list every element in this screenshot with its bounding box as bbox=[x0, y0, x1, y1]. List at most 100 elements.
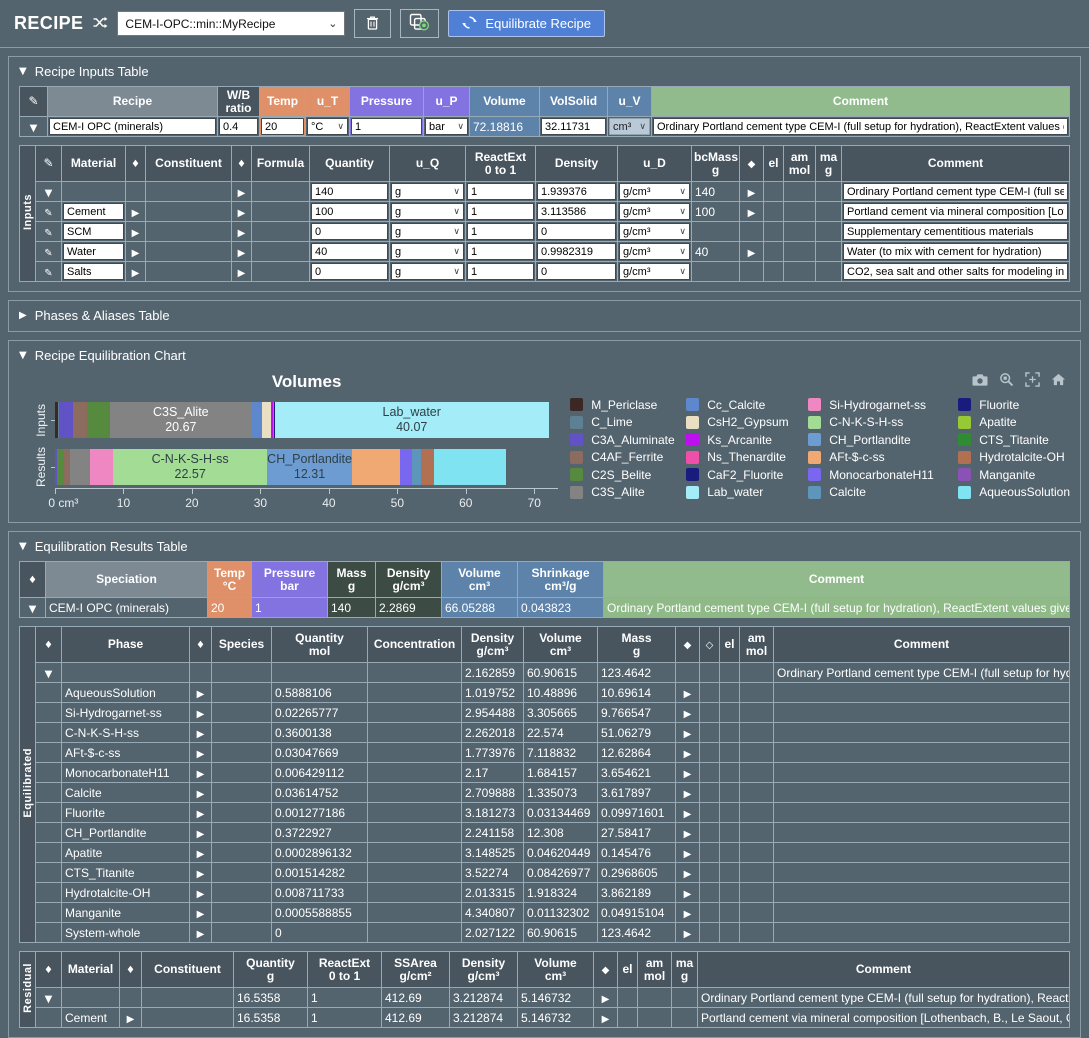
reactext-input[interactable] bbox=[467, 263, 534, 280]
inputs-bar[interactable]: C3S_Alite20.67Lab_water40.07 bbox=[55, 402, 558, 438]
material-comment-input[interactable] bbox=[843, 263, 1068, 280]
material-name-input[interactable] bbox=[63, 203, 124, 220]
wb-ratio-input[interactable] bbox=[219, 118, 258, 135]
expand-arrow-icon[interactable]: ▶ bbox=[197, 869, 205, 880]
expand-arrow-icon[interactable]: ▶ bbox=[197, 749, 205, 760]
u-d-select[interactable]: g/cm³∨ bbox=[619, 203, 690, 220]
expand-arrow-icon[interactable]: ▶ bbox=[197, 929, 205, 940]
reactext-input[interactable] bbox=[467, 203, 534, 220]
row-icon[interactable]: ✎ bbox=[44, 208, 52, 219]
expand-arrow-icon[interactable]: ▶ bbox=[684, 889, 692, 900]
expand-arrow-icon[interactable]: ▶ bbox=[684, 769, 692, 780]
expand-arrow-icon[interactable]: ▶ bbox=[197, 829, 205, 840]
expand-arrow-icon[interactable]: ▶ bbox=[748, 248, 756, 259]
expand-arrow-icon[interactable]: ▶ bbox=[238, 248, 246, 259]
u-d-select[interactable]: g/cm³∨ bbox=[619, 263, 690, 280]
expand-arrow-icon[interactable]: ▶ bbox=[197, 849, 205, 860]
u-d-select[interactable]: g/cm³∨ bbox=[619, 243, 690, 260]
legend-item[interactable]: Ns_Thenardite bbox=[686, 449, 808, 467]
expand-arrow-icon[interactable]: ▶ bbox=[684, 749, 692, 760]
expand-arrow-icon[interactable]: ▶ bbox=[127, 1014, 135, 1025]
u-d-select[interactable]: g/cm³∨ bbox=[619, 183, 690, 200]
legend-item[interactable]: C_Lime bbox=[570, 414, 686, 432]
zoom-icon[interactable] bbox=[999, 372, 1014, 390]
expand-arrow-icon[interactable]: ▶ bbox=[684, 789, 692, 800]
expand-arrow-icon[interactable]: ▶ bbox=[238, 188, 246, 199]
u-q-select[interactable]: g∨ bbox=[391, 183, 464, 200]
density-input[interactable] bbox=[537, 223, 616, 240]
legend-item[interactable]: CTS_Titanite bbox=[958, 431, 1070, 449]
clone-recipe-button[interactable] bbox=[400, 9, 439, 38]
expand-arrow-icon[interactable]: ▶ bbox=[238, 208, 246, 219]
legend-item[interactable]: Cc_Calcite bbox=[686, 396, 808, 414]
legend-item[interactable]: C-N-K-S-H-ss bbox=[808, 414, 958, 432]
legend-item[interactable]: Ks_Arcanite bbox=[686, 431, 808, 449]
recipe-select[interactable]: CEM-I-OPC::min::MyRecipe ⌄ bbox=[117, 11, 345, 36]
legend-item[interactable]: C3S_Alite bbox=[570, 484, 686, 502]
expand-arrow-icon[interactable]: ▶ bbox=[197, 789, 205, 800]
legend-item[interactable]: CsH2_Gypsum bbox=[686, 414, 808, 432]
row-icon[interactable]: ✎ bbox=[44, 248, 52, 259]
phases-aliases-section-toggle[interactable]: ▶ Phases & Aliases Table bbox=[19, 308, 1070, 323]
quantity-input[interactable] bbox=[311, 203, 388, 220]
legend-item[interactable]: Manganite bbox=[958, 466, 1070, 484]
equilibrate-recipe-button[interactable]: Equilibrate Recipe bbox=[448, 10, 605, 37]
expand-arrow-icon[interactable]: ▶ bbox=[132, 228, 140, 239]
u-t-select[interactable]: °C∨ bbox=[307, 118, 348, 135]
camera-icon[interactable] bbox=[972, 373, 988, 390]
reactext-input[interactable] bbox=[467, 183, 534, 200]
material-name-input[interactable] bbox=[63, 223, 124, 240]
results-bar[interactable]: C-N-K-S-H-ss22.57CH_Portlandite12.31 bbox=[55, 449, 558, 485]
expand-arrow-icon[interactable]: ▶ bbox=[197, 709, 205, 720]
expand-arrow-icon[interactable]: ▶ bbox=[132, 248, 140, 259]
expand-arrow-icon[interactable]: ▶ bbox=[197, 889, 205, 900]
autoscale-icon[interactable] bbox=[1025, 372, 1040, 390]
expand-arrow-icon[interactable]: ▶ bbox=[197, 689, 205, 700]
material-name-input[interactable] bbox=[63, 263, 124, 280]
u-q-select[interactable]: g∨ bbox=[391, 243, 464, 260]
legend-item[interactable]: M_Periclase bbox=[570, 396, 686, 414]
material-comment-input[interactable] bbox=[843, 183, 1068, 200]
legend-item[interactable]: MonocarbonateH11 bbox=[808, 466, 958, 484]
row-expander[interactable]: ▼ bbox=[30, 123, 38, 134]
delete-recipe-button[interactable] bbox=[354, 9, 391, 38]
expand-arrow-icon[interactable]: ▶ bbox=[684, 929, 692, 940]
material-comment-input[interactable] bbox=[843, 223, 1068, 240]
u-p-select[interactable]: bar∨ bbox=[425, 118, 468, 135]
expand-arrow-icon[interactable]: ▶ bbox=[238, 228, 246, 239]
recipe-name-input[interactable] bbox=[49, 118, 216, 135]
expand-arrow-icon[interactable]: ▶ bbox=[238, 268, 246, 279]
legend-item[interactable]: Si-Hydrogarnet-ss bbox=[808, 396, 958, 414]
u-v-select[interactable]: cm³∨ bbox=[609, 118, 650, 135]
row-icon[interactable]: ▼ bbox=[45, 994, 53, 1005]
expand-arrow-icon[interactable]: ▶ bbox=[684, 689, 692, 700]
material-comment-input[interactable] bbox=[843, 203, 1068, 220]
quantity-input[interactable] bbox=[311, 223, 388, 240]
temp-input[interactable] bbox=[261, 118, 304, 135]
results-section-toggle[interactable]: ▼ Equilibration Results Table bbox=[19, 539, 1070, 554]
expand-arrow-icon[interactable]: ▶ bbox=[684, 909, 692, 920]
chart-section-toggle[interactable]: ▼ Recipe Equilibration Chart bbox=[19, 348, 1070, 363]
legend-item[interactable]: AFt-$-c-ss bbox=[808, 449, 958, 467]
expand-arrow-icon[interactable]: ▶ bbox=[197, 809, 205, 820]
expand-arrow-icon[interactable]: ▶ bbox=[197, 769, 205, 780]
u-q-select[interactable]: g∨ bbox=[391, 223, 464, 240]
legend-item[interactable]: Apatite bbox=[958, 414, 1070, 432]
row-icon[interactable]: ✎ bbox=[44, 268, 52, 279]
u-q-select[interactable]: g∨ bbox=[391, 203, 464, 220]
legend-item[interactable]: Calcite bbox=[808, 484, 958, 502]
expand-arrow-icon[interactable]: ▶ bbox=[197, 729, 205, 740]
quantity-input[interactable] bbox=[311, 183, 388, 200]
material-comment-input[interactable] bbox=[843, 243, 1068, 260]
legend-item[interactable]: C2S_Belite bbox=[570, 466, 686, 484]
legend-item[interactable]: CaF2_Fluorite bbox=[686, 466, 808, 484]
legend-item[interactable]: AqueousSolution bbox=[958, 484, 1070, 502]
quantity-input[interactable] bbox=[311, 263, 388, 280]
legend-item[interactable]: CH_Portlandite bbox=[808, 431, 958, 449]
legend-item[interactable]: C4AF_Ferrite bbox=[570, 449, 686, 467]
expand-arrow-icon[interactable]: ▶ bbox=[684, 829, 692, 840]
density-input[interactable] bbox=[537, 263, 616, 280]
expand-arrow-icon[interactable]: ▶ bbox=[684, 729, 692, 740]
reactext-input[interactable] bbox=[467, 243, 534, 260]
expand-arrow-icon[interactable]: ▶ bbox=[748, 208, 756, 219]
